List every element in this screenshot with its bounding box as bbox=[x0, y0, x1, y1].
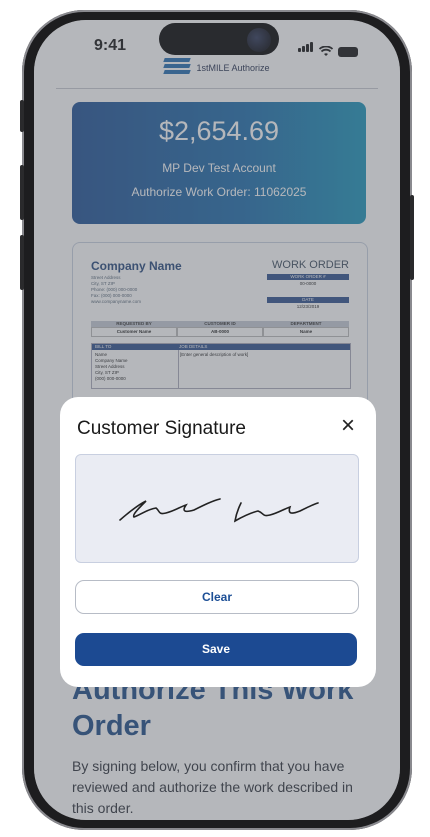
signature-stroke bbox=[119, 498, 319, 523]
volume-up-button bbox=[20, 165, 24, 220]
volume-down-button bbox=[20, 235, 24, 290]
clear-button[interactable]: Clear bbox=[75, 580, 359, 614]
save-button[interactable]: Save bbox=[75, 633, 357, 666]
close-icon[interactable]: × bbox=[336, 414, 360, 439]
signature-pad[interactable] bbox=[75, 454, 359, 563]
signature-modal: Customer Signature × Clear Save bbox=[60, 397, 376, 687]
modal-title: Customer Signature bbox=[77, 418, 246, 439]
action-button bbox=[20, 100, 24, 132]
power-button bbox=[410, 195, 414, 280]
